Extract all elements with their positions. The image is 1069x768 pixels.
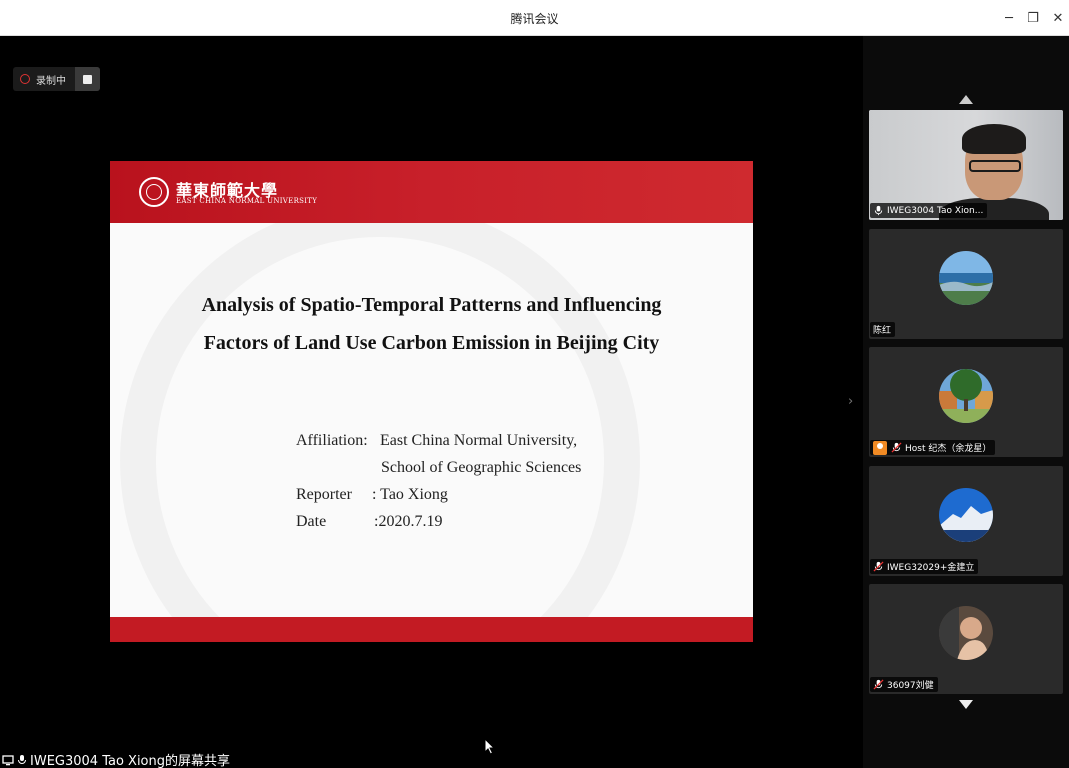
avatar xyxy=(939,606,993,660)
collapse-panel-icon[interactable]: › xyxy=(848,394,853,409)
participant-tile[interactable]: Host 纪杰（余龙星） xyxy=(869,347,1063,457)
university-seal-icon xyxy=(139,177,169,207)
participant-name: 36097刘健 xyxy=(887,681,934,691)
date-label: Date xyxy=(296,513,327,530)
reporter-label: Reporter xyxy=(296,486,352,503)
title-bar: 腾讯会议 ─ ❐ ✕ xyxy=(0,0,1069,36)
affiliation-label: Affiliation: xyxy=(296,432,368,449)
affiliation-value-1: East China Normal University, xyxy=(380,432,578,449)
host-badge-icon xyxy=(873,440,887,455)
participant-tile[interactable]: IWEG32029+金建立 xyxy=(869,466,1063,576)
affiliation-value-2: School of Geographic Sciences xyxy=(381,459,582,476)
scroll-down-icon[interactable] xyxy=(959,700,973,709)
participant-nametag: Host 纪杰（余龙星） xyxy=(870,440,996,455)
record-dot-icon xyxy=(20,74,30,84)
scroll-up-icon[interactable] xyxy=(959,95,973,104)
participant-name: IWEG3004 Tao Xion... xyxy=(887,205,984,216)
screen-share-indicator: IWEG3004 Tao Xiong的屏幕共享 xyxy=(2,751,230,768)
participant-nametag: 陈红 xyxy=(870,322,896,337)
date-value: :2020.7.19 xyxy=(374,513,443,530)
reporter-value: : Tao Xiong xyxy=(372,486,448,503)
recording-label: 录制中 xyxy=(36,75,66,87)
close-icon[interactable]: ✕ xyxy=(1048,8,1068,28)
stop-recording-button[interactable] xyxy=(75,67,100,91)
participant-tile[interactable]: IWEG3004 Tao Xion... xyxy=(869,110,1063,220)
minimize-icon[interactable]: ─ xyxy=(999,8,1019,28)
university-watermark xyxy=(120,201,640,642)
shared-slide: 華東師範大學 EAST CHINA NORMAL UNIVERSITY Anal… xyxy=(110,161,753,642)
participant-nametag: 36097刘健 xyxy=(870,677,938,692)
university-name-en: EAST CHINA NORMAL UNIVERSITY xyxy=(176,197,318,205)
avatar xyxy=(939,251,993,305)
participant-nametag: IWEG32029+金建立 xyxy=(870,559,979,574)
slide-title-line2: Factors of Land Use Carbon Emission in B… xyxy=(203,332,660,354)
avatar xyxy=(939,369,993,423)
participant-name: Host 纪杰（余龙星） xyxy=(905,444,992,454)
participant-name: IWEG32029+金建立 xyxy=(887,563,975,573)
microphone-muted-icon xyxy=(873,679,884,690)
meeting-window: 腾讯会议 ─ ❐ ✕ 录制中 華東師範大學 EAST CHINA NORMAL … xyxy=(0,0,1069,768)
microphone-muted-icon xyxy=(891,442,902,453)
microphone-icon xyxy=(18,754,26,764)
participant-tile[interactable]: 36097刘健 xyxy=(869,584,1063,694)
participant-tile[interactable]: 陈红 xyxy=(869,229,1063,339)
mouse-cursor-icon xyxy=(484,738,496,755)
video-person-glasses xyxy=(969,160,1021,172)
stop-icon xyxy=(83,74,92,84)
slide-title-line1: Analysis of Spatio-Temporal Patterns and… xyxy=(201,294,662,316)
participant-nametag: IWEG3004 Tao Xion... xyxy=(870,203,988,218)
share-label: IWEG3004 Tao Xiong的屏幕共享 xyxy=(30,754,230,768)
microphone-icon xyxy=(874,205,883,216)
restore-icon[interactable]: ❐ xyxy=(1023,8,1043,28)
avatar xyxy=(939,488,993,542)
participant-name: 陈红 xyxy=(873,326,892,336)
recording-indicator: 录制中 xyxy=(13,67,100,91)
slide-footer-band xyxy=(110,617,753,642)
video-person-hair xyxy=(962,124,1026,154)
screen-share-icon xyxy=(2,754,14,765)
slide-header-band: 華東師範大學 EAST CHINA NORMAL UNIVERSITY xyxy=(110,161,753,223)
microphone-muted-icon xyxy=(873,561,884,572)
window-title: 腾讯会议 xyxy=(510,12,559,26)
